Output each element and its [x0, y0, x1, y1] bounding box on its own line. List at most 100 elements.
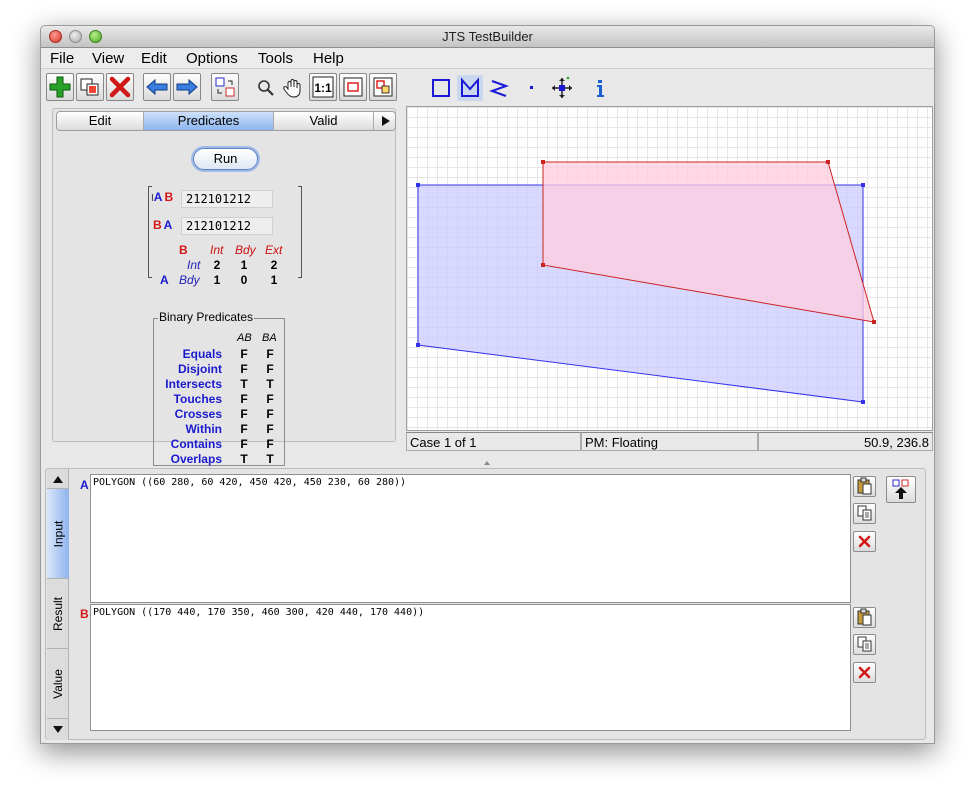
tab-predicates[interactable]: Predicates [144, 112, 274, 130]
vertex-handle [416, 183, 420, 187]
info-icon [597, 80, 604, 97]
predicate-touches-ab-value: F [240, 392, 248, 406]
close-window-button[interactable] [49, 30, 62, 43]
draw-linestring-icon [489, 80, 509, 97]
menu-edit[interactable]: Edit [141, 49, 167, 68]
predicate-disjoint-label: Disjoint [178, 362, 222, 376]
binary-header-ab: AB [237, 332, 252, 344]
zoom-window-button[interactable] [89, 30, 102, 43]
intersection-matrix-ab-field[interactable]: 212101212 [181, 190, 273, 208]
menu-options[interactable]: Options [186, 49, 238, 68]
menu-bar: File View Edit Options Tools Help [41, 48, 934, 69]
status-case: Case 1 of 1 [406, 432, 581, 451]
edit-vertex-button[interactable] [549, 75, 575, 101]
copy-b-button[interactable] [853, 634, 876, 655]
tab-result[interactable]: Result [47, 579, 69, 649]
menu-view[interactable]: View [92, 49, 124, 68]
zoom-to-inputs-icon [373, 77, 393, 97]
tab-scroll-right-button[interactable] [374, 112, 395, 130]
next-case-icon [176, 78, 198, 96]
geometry-b-wkt-input[interactable]: POLYGON ((170 440, 170 350, 460 300, 420… [90, 604, 851, 731]
de9-cell: 2 [270, 258, 278, 272]
draw-rectangle-button[interactable] [428, 75, 454, 101]
panel-tabs: Edit Predicates Valid [56, 111, 396, 131]
zoom-one-to-one-icon: 1:1 [312, 76, 334, 98]
zoom-to-inputs-button[interactable] [369, 73, 397, 101]
binary-predicates-title: Binary Predicates [158, 310, 255, 324]
zoom-to-input-a-button[interactable] [339, 73, 367, 101]
delete-case-button[interactable] [106, 73, 134, 101]
copy-icon [857, 505, 872, 521]
copy-case-icon [80, 78, 99, 96]
info-button[interactable] [587, 75, 613, 101]
next-case-button[interactable] [173, 73, 201, 101]
de9-row-a-label: A [160, 273, 169, 287]
menu-file[interactable]: File [50, 49, 74, 68]
load-geometry-icon [892, 479, 909, 499]
menu-tools[interactable]: Tools [258, 49, 293, 68]
draw-polygon-button[interactable] [457, 75, 483, 101]
tab-valid[interactable]: Valid [274, 112, 374, 130]
previous-case-button[interactable] [143, 73, 171, 101]
tab-value[interactable]: Value [47, 649, 69, 719]
delete-case-icon [109, 76, 131, 98]
predicate-touches-ba-value: F [266, 392, 274, 406]
intersection-matrix-ba-field[interactable]: 212101212 [181, 217, 273, 235]
de9-col-ext: Ext [265, 243, 283, 257]
predicate-equals-ba-value: F [266, 347, 274, 361]
predicate-crosses-label: Crosses [174, 407, 222, 421]
vertex-handle [541, 160, 545, 164]
tab-input[interactable]: Input [47, 489, 69, 579]
vtab-scroll-up-button[interactable] [47, 469, 69, 489]
exchange-geometries-button[interactable] [211, 73, 239, 101]
paste-b-button[interactable] [853, 607, 876, 628]
splitter-handle[interactable] [484, 453, 490, 465]
splitter-arrow-icon [484, 461, 490, 465]
predicate-intersects-ba-value: T [266, 377, 274, 391]
binary-header-ba: BA [262, 332, 277, 344]
vtab-scroll-down-button[interactable] [47, 720, 69, 740]
predicate-intersects-ab-value: T [240, 377, 248, 391]
de9-cell: 1 [240, 258, 248, 272]
geometry-a-label: A [80, 478, 89, 492]
load-geometry-button[interactable] [886, 476, 916, 503]
predicate-equals-ab-value: F [240, 347, 248, 361]
minimize-window-button[interactable] [69, 30, 82, 43]
pan-button[interactable] [280, 75, 306, 101]
draw-linestring-button[interactable] [486, 75, 512, 101]
title-bar: JTS TestBuilder [41, 26, 934, 48]
matrix-bracket-right [298, 186, 302, 278]
de9-col-b-label: B [179, 243, 188, 257]
previous-case-icon [146, 78, 168, 96]
predicate-contains-ab-value: F [240, 437, 248, 451]
ba-label: BA [153, 218, 173, 232]
zoom-button[interactable] [253, 75, 279, 101]
tab-edit[interactable]: Edit [57, 112, 144, 130]
predicate-touches-label: Touches [173, 392, 222, 406]
de9-col-bdy: Bdy [235, 243, 256, 257]
predicate-contains-label: Contains [170, 437, 222, 451]
draw-polygon-icon [461, 77, 479, 97]
status-cursor-coords: 50.9, 236.8 [758, 432, 933, 451]
clear-icon [858, 666, 871, 679]
predicate-disjoint-ba-value: F [266, 362, 274, 376]
add-case-button[interactable] [46, 73, 74, 101]
geometry-a-wkt-input[interactable]: POLYGON ((60 280, 60 420, 450 420, 450 2… [90, 474, 851, 603]
de9-cell: 2 [213, 258, 221, 272]
clear-b-button[interactable] [853, 662, 876, 683]
run-button[interactable]: Run [193, 148, 258, 170]
predicate-within-ba-value: F [266, 422, 274, 436]
de9-cell: 1 [213, 273, 221, 287]
copy-a-button[interactable] [853, 503, 876, 524]
menu-help[interactable]: Help [313, 49, 344, 68]
paste-a-button[interactable] [853, 476, 876, 497]
triangle-up-icon [53, 475, 63, 483]
draw-point-button[interactable] [519, 75, 545, 101]
copy-case-button[interactable] [76, 73, 104, 101]
clear-a-button[interactable] [853, 531, 876, 552]
zoom-one-to-one-button[interactable]: 1:1 [309, 73, 337, 101]
predicate-equals-label: Equals [182, 347, 222, 361]
zoom-icon [258, 80, 274, 96]
draw-rectangle-icon [432, 79, 450, 97]
geometry-canvas[interactable] [406, 106, 933, 431]
